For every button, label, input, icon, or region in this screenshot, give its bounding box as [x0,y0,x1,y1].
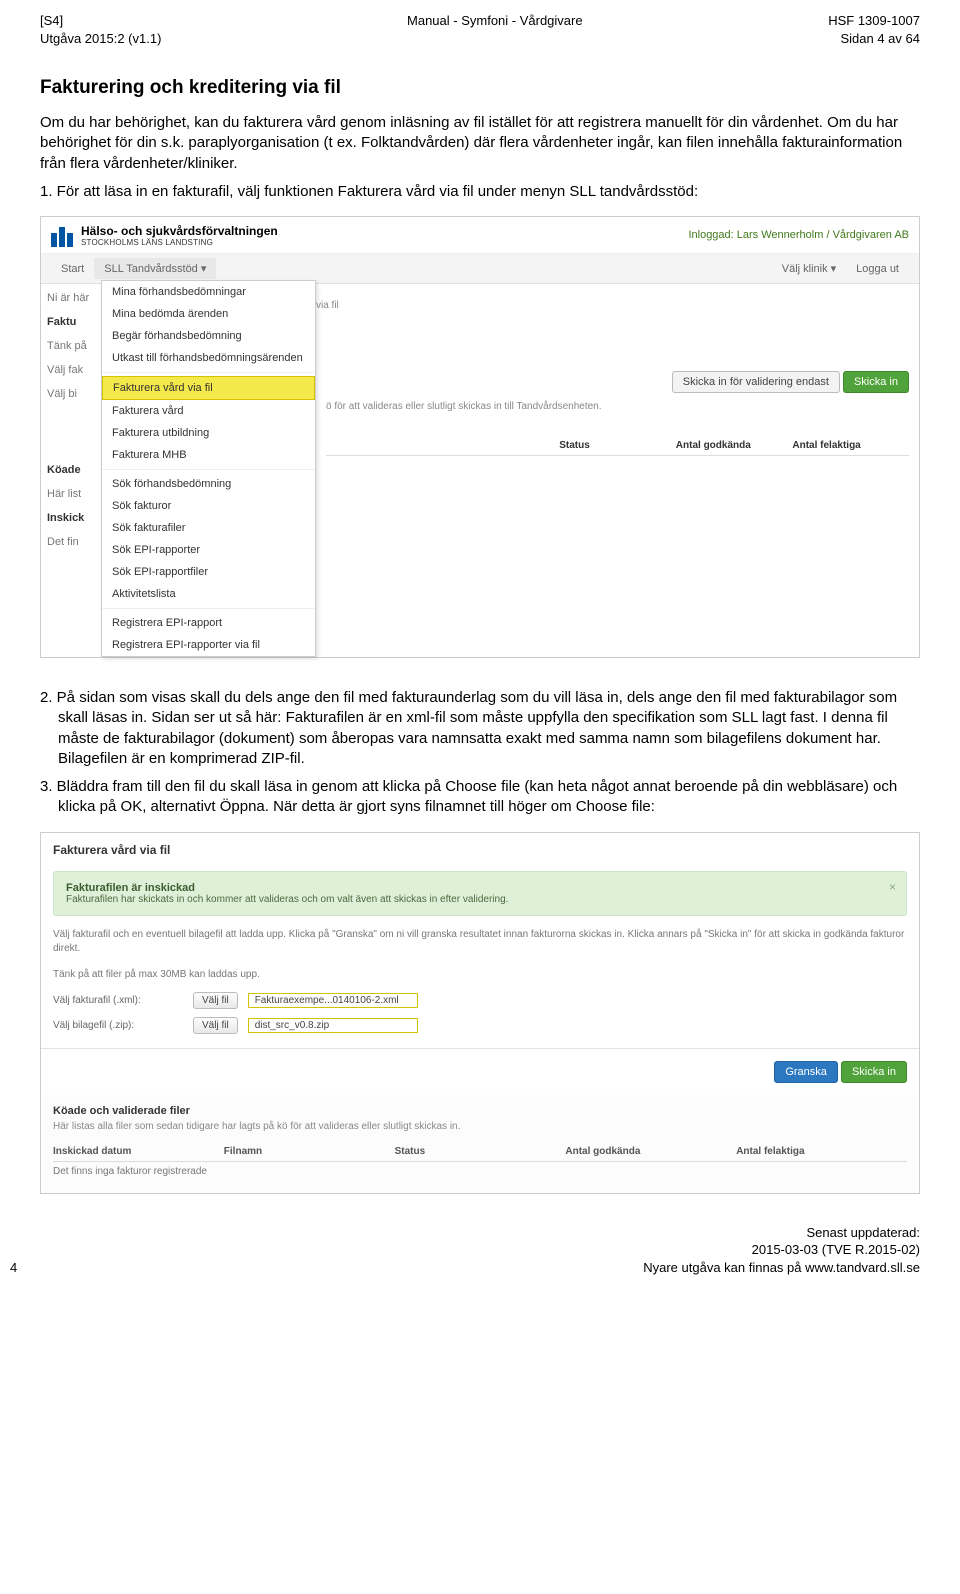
xml-filename: Fakturaexempe...0140106-2.xml [248,993,418,1008]
info-text-2: Tänk på att filer på max 30MB kan laddas… [41,962,919,988]
xml-label: Välj fakturafil (.xml): [53,995,183,1006]
dd-fakturera-utbildning[interactable]: Fakturera utbildning [102,422,315,444]
logged-in-label: Inloggad: [688,229,733,241]
intro-paragraph: Om du har behörighet, kan du fakturera v… [40,113,920,174]
dd-utkast[interactable]: Utkast till förhandsbedömningsärenden [102,347,315,369]
success-alert: × Fakturafilen är inskickad Fakturafilen… [53,871,907,916]
dd-fakturera-mhb[interactable]: Fakturera MHB [102,444,315,466]
success-body: Fakturafilen har skickats in och kommer … [66,894,894,905]
ls-koade: Köade [47,464,95,476]
dd-fakturera-via-fil[interactable]: Fakturera vård via fil [102,376,315,400]
qh-antal-god: Antal godkända [565,1146,736,1157]
screenshot-1: Hälso- och sjukvårdsförvaltningen STOCKH… [40,216,920,658]
ls-inskick: Inskick [47,512,95,524]
header-right-1: HSF 1309-1007 [828,12,920,30]
step-2: 2. På sidan som visas skall du dels ange… [58,688,920,769]
dd-sok-fakturor[interactable]: Sök fakturor [102,495,315,517]
org-name: Hälso- och sjukvårdsförvaltningen [81,224,278,238]
choose-xml-button[interactable]: Välj fil [193,992,238,1009]
ls-tankpa: Tänk på [47,340,95,352]
footer-line2: 2015-03-03 (TVE R.2015-02) [40,1241,920,1259]
qh-date: Inskickad datum [53,1146,224,1157]
nav-sll-tandvardsstod[interactable]: SLL Tandvårdsstöd ▾ [94,258,216,279]
zip-filename: dist_src_v0.8.zip [248,1018,418,1033]
nav-logga-ut[interactable]: Logga ut [846,259,909,279]
btn-send-in[interactable]: Skicka in [843,371,909,393]
zip-label: Välj bilagefil (.zip): [53,1020,183,1031]
queued-empty: Det finns inga fakturor registrerade [53,1162,907,1181]
header-center-1: Manual - Symfoni - Vårdgivare [161,12,828,30]
dd-registrera-epi-fil[interactable]: Registrera EPI-rapporter via fil [102,634,315,656]
dd-mina-bedomda[interactable]: Mina bedömda ärenden [102,303,315,325]
ls-valjfak: Välj fak [47,364,95,376]
ls-breadcrumb: Ni är här [47,292,95,304]
dd-begar-forhands[interactable]: Begär förhandsbedömning [102,325,315,347]
queued-title: Köade och validerade filer [53,1105,907,1117]
dd-mina-forhands[interactable]: Mina förhandsbedömningar [102,281,315,303]
page-number: 4 [10,1259,17,1277]
sll-logo-icon [51,223,75,247]
doc-footer: 4 Senast uppdaterad: 2015-03-03 (TVE R.2… [40,1224,920,1277]
org-subname: STOCKHOLMS LÄNS LANDSTING [81,238,278,247]
footer-line3: Nyare utgåva kan finnas på www.tandvard.… [40,1259,920,1277]
panel-title: Fakturera vård via fil [41,833,919,865]
dd-sok-fakturafiler[interactable]: Sök fakturafiler [102,517,315,539]
th-status: Status [559,440,676,451]
step-1: 1. För att läsa in en fakturafil, välj f… [58,182,920,202]
dd-sok-epi-rapporter[interactable]: Sök EPI-rapporter [102,539,315,561]
th-antal-fel: Antal felaktiga [792,440,909,451]
hint-fragment: ö för att valideras eller slutligt skick… [326,401,909,412]
queued-header-row: Inskickad datum Filnamn Status Antal god… [53,1142,907,1162]
header-left-2: Utgåva 2015:2 (v1.1) [40,30,161,48]
qh-status: Status [395,1146,566,1157]
dd-fakturera-vard[interactable]: Fakturera vård [102,400,315,422]
success-title: Fakturafilen är inskickad [66,882,894,894]
dd-aktivitetslista[interactable]: Aktivitetslista [102,583,315,605]
queued-desc: Här listas alla filer som sedan tidigare… [53,1121,907,1132]
ls-faktu: Faktu [47,316,95,328]
screenshot-2: Fakturera vård via fil × Fakturafilen är… [40,832,920,1194]
btn-validate-only[interactable]: Skicka in för validering endast [672,371,840,393]
nav-valj-klinik[interactable]: Välj klinik ▾ [772,258,846,279]
ls-valjbi: Välj bi [47,388,95,400]
header-right-2: Sidan 4 av 64 [828,30,920,48]
header-left-1: [S4] [40,12,161,30]
granska-button[interactable]: Granska [774,1061,838,1083]
dd-sok-epi-rapportfiler[interactable]: Sök EPI-rapportfiler [102,561,315,583]
logged-in-user-link[interactable]: Lars Wennerholm / Vårdgivaren AB [737,229,909,241]
ls-harlist: Här list [47,488,95,500]
crumb-fragment: via fil [316,300,909,311]
dd-registrera-epi[interactable]: Registrera EPI-rapport [102,612,315,634]
footer-line1: Senast uppdaterad: [40,1224,920,1242]
step-3: 3. Bläddra fram till den fil du skall lä… [58,777,920,818]
doc-header: [S4] Utgåva 2015:2 (v1.1) Manual - Symfo… [40,12,920,47]
qh-filnamn: Filnamn [224,1146,395,1157]
close-icon[interactable]: × [889,880,896,894]
dd-sok-forhands[interactable]: Sök förhandsbedömning [102,473,315,495]
th-antal-god: Antal godkända [676,440,793,451]
ls-detfin: Det fin [47,536,95,548]
section-title: Fakturering och kreditering via fil [40,77,920,99]
sll-dropdown-menu[interactable]: Mina förhandsbedömningar Mina bedömda är… [101,280,316,657]
skicka-in-button[interactable]: Skicka in [841,1061,907,1083]
info-text-1: Välj fakturafil och en eventuell bilagef… [41,922,919,962]
sll-logo: Hälso- och sjukvårdsförvaltningen STOCKH… [51,223,278,247]
qh-antal-fel: Antal felaktiga [736,1146,907,1157]
choose-zip-button[interactable]: Välj fil [193,1017,238,1034]
table-header-row: Status Antal godkända Antal felaktiga [326,436,909,456]
nav-start[interactable]: Start [51,259,94,279]
